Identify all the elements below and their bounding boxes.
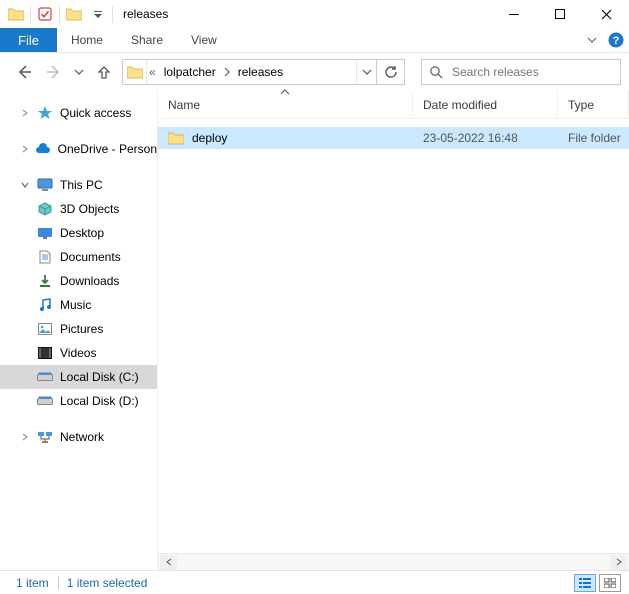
- column-label: Date modified: [423, 98, 497, 112]
- picture-icon: [36, 323, 54, 335]
- qat-chevron-down-icon[interactable]: [86, 3, 110, 25]
- address-history-button[interactable]: [356, 60, 376, 84]
- tree-quick-access[interactable]: Quick access: [0, 101, 157, 125]
- status-item-count: 1 item: [8, 576, 58, 590]
- column-header-date[interactable]: Date modified: [413, 91, 558, 118]
- music-icon: [36, 298, 54, 312]
- column-headers: Name Date modified Type: [158, 91, 629, 119]
- back-button[interactable]: [12, 60, 36, 84]
- chevron-down-icon[interactable]: [20, 181, 30, 189]
- window-title: releases: [123, 7, 168, 21]
- cube-icon: [36, 202, 54, 216]
- tree-label: Local Disk (C:): [60, 370, 139, 384]
- cloud-icon: [35, 143, 51, 155]
- chevron-right-icon[interactable]: [20, 109, 30, 117]
- tree-local-disk-c[interactable]: Local Disk (C:): [0, 365, 157, 389]
- tree-local-disk-d[interactable]: Local Disk (D:): [0, 389, 157, 413]
- folder-icon: [168, 131, 184, 145]
- tree-network[interactable]: Network: [0, 425, 157, 449]
- tree-label: Local Disk (D:): [60, 394, 139, 408]
- tree-label: Pictures: [60, 322, 103, 336]
- tree-downloads[interactable]: Downloads: [0, 269, 157, 293]
- forward-button[interactable]: [42, 60, 66, 84]
- chevron-left-icon[interactable]: «: [147, 65, 158, 79]
- breadcrumb-parent[interactable]: lolpatcher: [158, 60, 222, 84]
- titlebar: releases: [0, 0, 629, 28]
- column-label: Type: [568, 98, 594, 112]
- tab-share[interactable]: Share: [117, 28, 177, 52]
- view-large-icons-button[interactable]: [599, 574, 621, 592]
- download-icon: [36, 274, 54, 288]
- folder-icon: [4, 3, 28, 25]
- recent-locations-button[interactable]: [72, 60, 86, 84]
- tree-label: Videos: [60, 346, 96, 360]
- drive-icon: [36, 372, 54, 382]
- navigation-bar: « lolpatcher releases: [0, 53, 629, 91]
- file-date: 23-05-2022 16:48: [413, 131, 558, 145]
- computer-icon: [36, 178, 54, 192]
- close-button[interactable]: [583, 0, 629, 28]
- breadcrumb-current[interactable]: releases: [232, 60, 289, 84]
- address-bar[interactable]: « lolpatcher releases: [122, 59, 377, 85]
- chevron-right-icon[interactable]: [20, 433, 30, 441]
- tree-music[interactable]: Music: [0, 293, 157, 317]
- folder-icon: [123, 60, 147, 84]
- tree-label: OneDrive - Person: [58, 142, 157, 156]
- status-selected-count: 1 item selected: [58, 576, 157, 590]
- tree-label: Documents: [60, 250, 121, 264]
- minimize-button[interactable]: [491, 0, 537, 28]
- desktop-icon: [36, 227, 54, 239]
- tab-file[interactable]: File: [0, 28, 57, 52]
- tree-documents[interactable]: Documents: [0, 245, 157, 269]
- video-icon: [36, 347, 54, 359]
- folder-icon: [62, 3, 86, 25]
- drive-icon: [36, 396, 54, 406]
- status-bar: 1 item 1 item selected: [0, 570, 629, 594]
- scroll-right-button[interactable]: [610, 555, 627, 570]
- search-input[interactable]: [450, 64, 620, 80]
- star-icon: [36, 105, 54, 121]
- tree-label: This PC: [60, 178, 103, 192]
- search-icon: [422, 65, 450, 79]
- properties-qat-button[interactable]: [33, 3, 57, 25]
- tree-pictures[interactable]: Pictures: [0, 317, 157, 341]
- tree-3d-objects[interactable]: 3D Objects: [0, 197, 157, 221]
- svg-text:?: ?: [613, 35, 620, 47]
- navigation-pane: Quick access OneDrive - Person This PC 3…: [0, 91, 157, 570]
- help-button[interactable]: ?: [603, 28, 629, 52]
- tree-label: Quick access: [60, 106, 131, 120]
- refresh-button[interactable]: [377, 59, 405, 85]
- search-box[interactable]: [421, 59, 621, 85]
- ribbon-tabs: File Home Share View ?: [0, 28, 629, 53]
- network-icon: [36, 431, 54, 443]
- tab-view[interactable]: View: [177, 28, 231, 52]
- tree-label: Desktop: [60, 226, 104, 240]
- scroll-left-button[interactable]: [160, 555, 177, 570]
- tree-this-pc[interactable]: This PC: [0, 173, 157, 197]
- tree-onedrive[interactable]: OneDrive - Person: [0, 137, 157, 161]
- document-icon: [36, 250, 54, 264]
- ribbon-expand-button[interactable]: [581, 28, 603, 52]
- tab-home[interactable]: Home: [57, 28, 117, 52]
- tree-label: 3D Objects: [60, 202, 119, 216]
- file-name: deploy: [192, 131, 227, 145]
- tree-label: Downloads: [60, 274, 119, 288]
- horizontal-scrollbar[interactable]: [158, 553, 629, 570]
- view-details-button[interactable]: [574, 574, 596, 592]
- maximize-button[interactable]: [537, 0, 583, 28]
- column-header-name[interactable]: Name: [158, 91, 413, 118]
- chevron-right-icon[interactable]: [222, 67, 232, 77]
- file-type: File folder: [558, 131, 629, 145]
- column-label: Name: [168, 98, 200, 112]
- tree-desktop[interactable]: Desktop: [0, 221, 157, 245]
- file-list-pane: Name Date modified Type deploy 23-05-202…: [157, 91, 629, 570]
- up-button[interactable]: [92, 60, 116, 84]
- sort-ascending-icon: [280, 89, 290, 95]
- column-header-type[interactable]: Type: [558, 91, 629, 118]
- tree-label: Network: [60, 430, 104, 444]
- tree-label: Music: [60, 298, 91, 312]
- file-row[interactable]: deploy 23-05-2022 16:48 File folder: [158, 127, 629, 149]
- chevron-right-icon[interactable]: [20, 145, 29, 153]
- tree-videos[interactable]: Videos: [0, 341, 157, 365]
